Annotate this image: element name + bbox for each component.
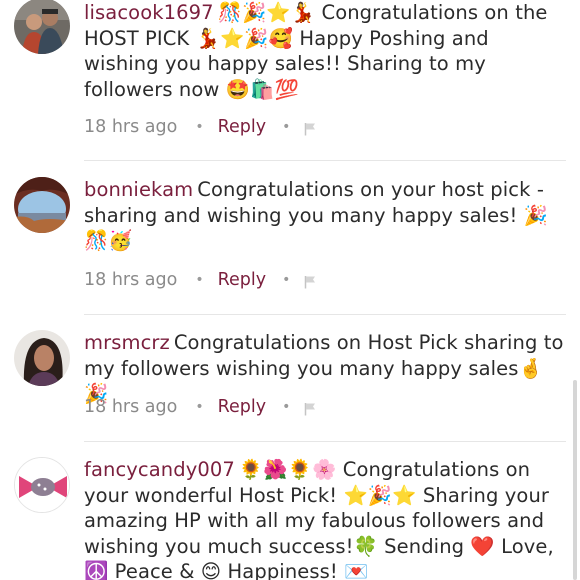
flag-icon[interactable] xyxy=(304,401,316,415)
separator-dot: • xyxy=(195,272,204,288)
comment-text: mrsmcrz Congratulations on Host Pick shar… xyxy=(84,330,564,407)
comment-text: bonniekam Congratulations on your host pi… xyxy=(84,177,564,254)
comment-username[interactable]: bonniekam xyxy=(84,178,193,201)
flag-icon[interactable] xyxy=(304,121,316,135)
reply-button[interactable]: Reply xyxy=(218,397,266,417)
separator-dot: • xyxy=(195,119,204,135)
comment-username[interactable]: fancycandy007 xyxy=(84,458,235,481)
user-avatar[interactable] xyxy=(14,457,70,513)
comment-text: lisacook1697 🎊🎉⭐💃 Congratulations on the … xyxy=(84,0,564,102)
avatar-photo-couple-icon xyxy=(14,0,70,54)
candy-avatar-icon xyxy=(15,458,69,512)
user-avatar[interactable] xyxy=(14,0,70,54)
comment-text: fancycandy007 🌻🌺🌻🌸 Congratulations on you… xyxy=(84,457,564,580)
separator-dot: • xyxy=(282,272,291,288)
comment-meta: 18 hrs ago • Reply • xyxy=(84,117,316,137)
separator-dot: • xyxy=(195,399,204,415)
comment-meta: 18 hrs ago • Reply • xyxy=(84,397,316,417)
separator-dot: • xyxy=(282,399,291,415)
comment-time: 18 hrs ago xyxy=(84,270,178,290)
comment-time: 18 hrs ago xyxy=(84,397,178,417)
user-avatar[interactable] xyxy=(14,177,70,233)
comment-username[interactable]: lisacook1697 xyxy=(84,1,214,24)
avatar-photo-woman-icon xyxy=(14,330,70,386)
comment-divider xyxy=(84,441,566,442)
reply-button[interactable]: Reply xyxy=(218,117,266,137)
reply-button[interactable]: Reply xyxy=(218,270,266,290)
avatar-photo-landscape-icon xyxy=(14,177,70,233)
comment-time: 18 hrs ago xyxy=(84,117,178,137)
separator-dot: • xyxy=(282,119,291,135)
comment-divider xyxy=(84,314,566,315)
user-avatar[interactable] xyxy=(14,330,70,386)
comment-username[interactable]: mrsmcrz xyxy=(84,331,170,354)
scrollbar[interactable] xyxy=(573,380,577,580)
comment-meta: 18 hrs ago • Reply • xyxy=(84,270,316,290)
comment-divider xyxy=(84,160,566,161)
flag-icon[interactable] xyxy=(304,274,316,288)
